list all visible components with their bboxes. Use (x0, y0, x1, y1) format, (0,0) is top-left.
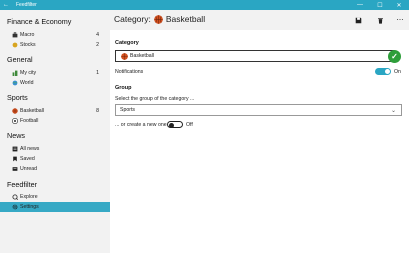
group-select-prompt: Select the group of the category ... (115, 96, 195, 102)
toggle-knob (385, 69, 390, 74)
notifications-label: Notifications (115, 69, 144, 75)
basketball-icon (154, 14, 163, 24)
item-count: 1 (96, 70, 99, 76)
basketball-icon (121, 53, 128, 60)
football-icon (11, 118, 18, 125)
sidebar-item-label: World (20, 80, 34, 86)
notifications-state: On (394, 69, 401, 75)
main-panel: Category: Basketball ⋯ Category Basketba… (110, 10, 409, 253)
group-heading-news: News (7, 131, 25, 140)
sidebar-item-my-city[interactable]: My city 1 (0, 68, 110, 78)
save-button[interactable] (352, 14, 364, 26)
page-title: Category: Basketball (114, 14, 205, 24)
save-icon (355, 17, 361, 23)
sidebar-item-label: Saved (20, 156, 35, 162)
sidebar-item-explore[interactable]: Explore (0, 192, 110, 202)
group-heading-finance: Finance & Economy (7, 17, 72, 26)
city-icon (11, 70, 18, 77)
globe-icon (11, 80, 18, 87)
sidebar-item-saved[interactable]: Saved (0, 154, 110, 164)
create-group-label: ... or create a new one (115, 122, 167, 128)
item-count: 4 (96, 32, 99, 38)
close-button[interactable]: ✕ (391, 0, 407, 10)
sidebar-item-label: Explore (20, 194, 38, 200)
sidebar-item-label: Unread (20, 166, 38, 172)
sidebar-item-world[interactable]: World (0, 78, 110, 88)
sidebar-item-label: Macro (20, 32, 35, 38)
bookmark-icon (11, 156, 18, 163)
create-group-toggle[interactable] (167, 121, 183, 128)
page-header: Category: Basketball ⋯ (110, 10, 409, 30)
trash-icon (377, 17, 383, 24)
maximize-button[interactable]: ☐ (372, 0, 388, 10)
item-count: 8 (96, 108, 99, 114)
sidebar-item-all-news[interactable]: All news (0, 144, 110, 154)
sidebar-item-basketball[interactable]: Basketball 8 (0, 106, 110, 116)
sidebar-item-label: Football (20, 118, 39, 124)
briefcase-icon (11, 32, 18, 39)
basketball-icon (11, 108, 18, 115)
app-title: Feedfilter (16, 2, 37, 8)
create-group-state: Off (186, 122, 193, 128)
category-name-input[interactable]: Basketball (115, 50, 395, 62)
sidebar-item-settings[interactable]: Settings (0, 202, 110, 212)
sidebar-item-stocks[interactable]: Stocks 2 (0, 40, 110, 50)
sidebar-item-label: Basketball (20, 108, 44, 114)
group-dropdown-value: Sports (120, 107, 135, 113)
back-arrow-icon[interactable]: ← (0, 2, 12, 8)
group-dropdown[interactable]: Sports ⌄ (115, 104, 402, 116)
sidebar-item-label: All news (20, 146, 40, 152)
group-heading-feedfilter: Feedfilter (7, 180, 37, 189)
group-section-label: Group (115, 85, 132, 91)
chevron-down-icon: ⌄ (390, 108, 396, 114)
gear-icon (11, 204, 18, 211)
coins-icon (11, 42, 18, 49)
delete-button[interactable] (374, 14, 386, 26)
category-input-value: Basketball (130, 53, 154, 59)
title-bar: ← Feedfilter — ☐ ✕ (0, 0, 409, 10)
sidebar-item-label: Settings (20, 204, 39, 210)
check-icon: ✓ (391, 52, 398, 61)
sidebar-item-label: Stocks (20, 42, 36, 48)
sidebar-item-unread[interactable]: Unread (0, 164, 110, 174)
minimize-button[interactable]: — (352, 0, 368, 10)
sidebar-item-football[interactable]: Football (0, 116, 110, 126)
group-heading-general: General (7, 55, 33, 64)
category-name: Basketball (165, 14, 206, 24)
sidebar-item-macro[interactable]: Macro 4 (0, 30, 110, 40)
group-heading-sports: Sports (7, 93, 28, 102)
explore-icon (11, 194, 18, 201)
confirm-check-button[interactable]: ✓ (388, 50, 401, 63)
more-button[interactable]: ⋯ (394, 14, 406, 26)
sidebar: Finance & Economy Macro 4 Stocks 2 Gener… (0, 10, 110, 253)
list-icon (11, 146, 18, 153)
sidebar-item-label: My city (20, 70, 37, 76)
notifications-toggle[interactable] (375, 68, 391, 75)
title-prefix: Category: (114, 14, 151, 24)
category-section-label: Category (115, 40, 139, 46)
toggle-knob (169, 122, 174, 128)
unread-icon (11, 166, 18, 173)
item-count: 2 (96, 42, 99, 48)
